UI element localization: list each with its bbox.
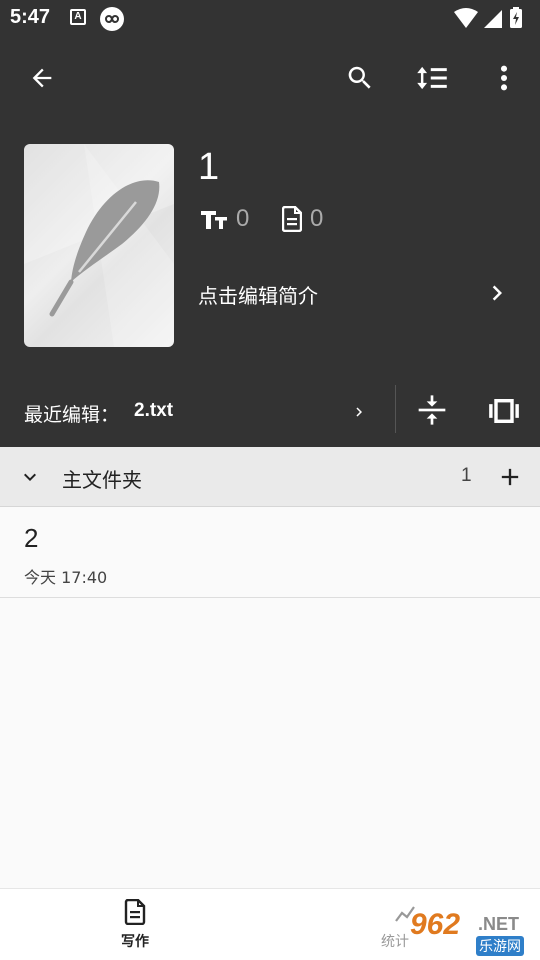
search-button[interactable] — [336, 54, 384, 102]
sort-button[interactable] — [408, 54, 456, 102]
chevron-right-icon[interactable] — [482, 278, 512, 308]
add-icon[interactable] — [496, 463, 524, 491]
chapter-count-stat: 0 — [282, 205, 323, 233]
text-size-icon — [201, 211, 227, 229]
search-icon — [348, 66, 371, 89]
document-icon — [282, 206, 302, 232]
recent-file-name: 2.txt — [134, 400, 174, 421]
chevron-right-small-icon[interactable] — [350, 401, 368, 423]
status-time: 5:47 — [10, 6, 51, 28]
folder-header[interactable]: 主文件夹 1 — [0, 447, 540, 507]
recent-edit-row[interactable]: 最近编辑： 2.txt — [0, 385, 540, 447]
collapse-icon[interactable] — [416, 393, 448, 427]
chapter-count: 0 — [310, 205, 324, 232]
word-count-stat: 0 — [200, 205, 249, 233]
folder-name: 主文件夹 — [62, 468, 142, 492]
book-cover[interactable] — [24, 144, 174, 347]
wifi-icon — [454, 8, 478, 28]
edit-intro-link[interactable]: 点击编辑简介 — [198, 280, 318, 309]
signal-icon — [484, 10, 502, 28]
folder-count: 1 — [461, 465, 472, 486]
nav-write-label: 写作 — [121, 934, 149, 950]
sort-icon — [417, 66, 447, 90]
divider — [395, 385, 396, 433]
status-bar: 5:47 A — [0, 0, 540, 36]
watermark-962: 962 — [410, 908, 461, 941]
book-title[interactable]: 1 — [198, 146, 219, 189]
status-right-icons — [452, 6, 532, 34]
chapter-title: 2 — [24, 523, 39, 553]
chapter-time: 今天 17:40 — [24, 568, 108, 587]
battery-charging-icon — [510, 7, 522, 28]
back-button[interactable] — [18, 54, 66, 102]
back-arrow-icon — [32, 68, 52, 88]
book-header: 5:47 A 1 0 0 点击编辑简介 最近编辑： 2.txt — [0, 0, 540, 447]
infinity-icon — [100, 7, 124, 31]
nav-write[interactable]: 写作 — [0, 889, 270, 960]
document-icon — [124, 899, 146, 925]
more-options-button[interactable] — [480, 54, 528, 102]
list-item[interactable]: 2 今天 17:40 — [0, 507, 540, 598]
recent-label: 最近编辑： — [24, 404, 120, 426]
carousel-view-icon[interactable] — [488, 398, 520, 424]
chevron-down-icon[interactable] — [18, 465, 42, 489]
more-vert-icon — [500, 65, 508, 91]
watermark-sub: 乐游网 — [476, 936, 524, 956]
word-count: 0 — [236, 205, 250, 232]
keyboard-badge-icon: A — [70, 9, 86, 25]
watermark-net: .NET — [478, 914, 520, 934]
